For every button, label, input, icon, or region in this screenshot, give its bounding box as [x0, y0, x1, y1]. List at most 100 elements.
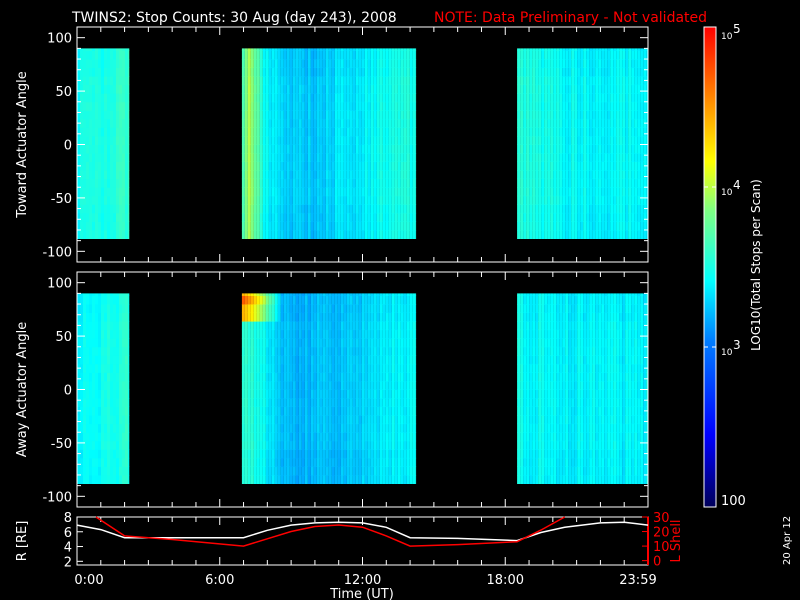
heatmap-cell	[310, 212, 314, 222]
heatmap-cell	[631, 50, 635, 60]
heatmap-cell	[409, 48, 413, 51]
heatmap-cell	[604, 212, 608, 222]
heatmap-cell	[271, 449, 275, 459]
heatmap-cell	[550, 230, 554, 239]
heatmap-cell	[265, 346, 269, 356]
heatmap-cell	[337, 76, 341, 86]
heatmap-cell	[319, 204, 323, 214]
heatmap-cell	[364, 475, 368, 484]
heatmap-cell	[337, 195, 341, 205]
heatmap-cell	[532, 466, 536, 476]
heatmap-cell	[262, 389, 266, 399]
heatmap-cell	[107, 381, 110, 390]
heatmap-cell	[83, 389, 86, 399]
heatmap-cell	[355, 230, 359, 239]
heatmap-cell	[409, 449, 413, 459]
heatmap-cell	[322, 389, 326, 399]
heatmap-cell	[376, 338, 380, 348]
heatmap-cell	[370, 440, 374, 450]
heatmap-cell	[412, 153, 416, 162]
heatmap-cell	[643, 187, 647, 197]
heatmap-cell	[313, 153, 317, 162]
heatmap-cell	[298, 195, 302, 205]
heatmap-cell	[331, 170, 335, 180]
heatmap-cell	[325, 204, 329, 214]
heatmap-cell	[367, 118, 371, 128]
heatmap-cell	[250, 195, 254, 205]
heatmap-cell	[373, 304, 377, 313]
heatmap-cell	[337, 230, 341, 239]
heatmap-cell	[607, 178, 611, 188]
heatmap-cell	[83, 363, 86, 373]
heatmap-cell	[544, 67, 548, 77]
heatmap-cell	[301, 212, 305, 222]
heatmap-cell	[268, 293, 272, 296]
heatmap-cell	[355, 170, 359, 180]
heatmap-cell	[628, 127, 632, 137]
heatmap-cell	[343, 304, 347, 313]
heatmap-cell	[268, 372, 272, 382]
heatmap-cell	[244, 346, 248, 356]
heatmap-cell	[256, 161, 260, 171]
heatmap-cell	[640, 212, 644, 222]
heatmap-cell	[244, 204, 248, 214]
heatmap-cell	[520, 178, 524, 188]
heatmap-cell	[250, 338, 254, 348]
heatmap-cell	[628, 50, 632, 60]
heatmap-cell	[640, 127, 644, 137]
heatmap-cell	[262, 398, 266, 407]
heatmap-cell	[547, 389, 551, 399]
heatmap-cell	[101, 304, 104, 313]
heatmap-cell	[373, 178, 377, 188]
heatmap-cell	[409, 346, 413, 356]
heatmap-cell	[104, 406, 107, 416]
heatmap-cell	[325, 449, 329, 459]
heatmap-cell	[412, 93, 416, 103]
heatmap-cell	[547, 136, 551, 145]
heatmap-cell	[307, 170, 311, 180]
heatmap-cell	[541, 312, 545, 322]
heatmap-cell	[397, 170, 401, 180]
heatmap-cell	[520, 346, 524, 356]
heatmap-cell	[241, 93, 245, 103]
heatmap-cell	[116, 84, 119, 94]
heatmap-cell	[95, 76, 98, 86]
heatmap-cell	[313, 457, 317, 467]
heatmap-cell	[571, 170, 575, 180]
heatmap-cell	[370, 136, 374, 145]
heatmap-cell	[83, 406, 86, 416]
heatmap-cell	[643, 170, 647, 180]
heatmap-cell	[358, 293, 362, 296]
heatmap-cell	[397, 93, 401, 103]
heatmap-cell	[385, 178, 389, 188]
heatmap-cell	[128, 338, 130, 348]
heatmap-cell	[355, 50, 359, 60]
heatmap-cell	[322, 321, 326, 331]
heatmap-cell	[619, 212, 623, 222]
heatmap-cell	[400, 389, 404, 399]
heatmap-cell	[104, 449, 107, 459]
heatmap-cell	[119, 372, 122, 382]
heatmap-cell	[244, 59, 248, 68]
heatmap-cell	[95, 321, 98, 331]
heatmap-cell	[334, 144, 338, 154]
heatmap-cell	[307, 449, 311, 459]
heatmap-cell	[571, 127, 575, 137]
heatmap-cell	[265, 372, 269, 382]
heatmap-cell	[622, 118, 626, 128]
heatmap-cell	[370, 389, 374, 399]
heatmap-cell	[104, 118, 107, 128]
heatmap-cell	[295, 293, 299, 296]
heatmap-cell	[595, 212, 599, 222]
heatmap-cell	[529, 338, 533, 348]
heatmap-cell	[643, 101, 647, 111]
heatmap-cell	[358, 321, 362, 331]
heatmap-cell	[244, 295, 248, 305]
heatmap-cell	[86, 321, 89, 331]
heatmap-cell	[550, 304, 554, 313]
heatmap-cell	[625, 230, 629, 239]
heatmap-cell	[271, 406, 275, 416]
heatmap-cell	[583, 59, 587, 68]
heatmap-cell	[286, 212, 290, 222]
heatmap-cell	[313, 110, 317, 120]
